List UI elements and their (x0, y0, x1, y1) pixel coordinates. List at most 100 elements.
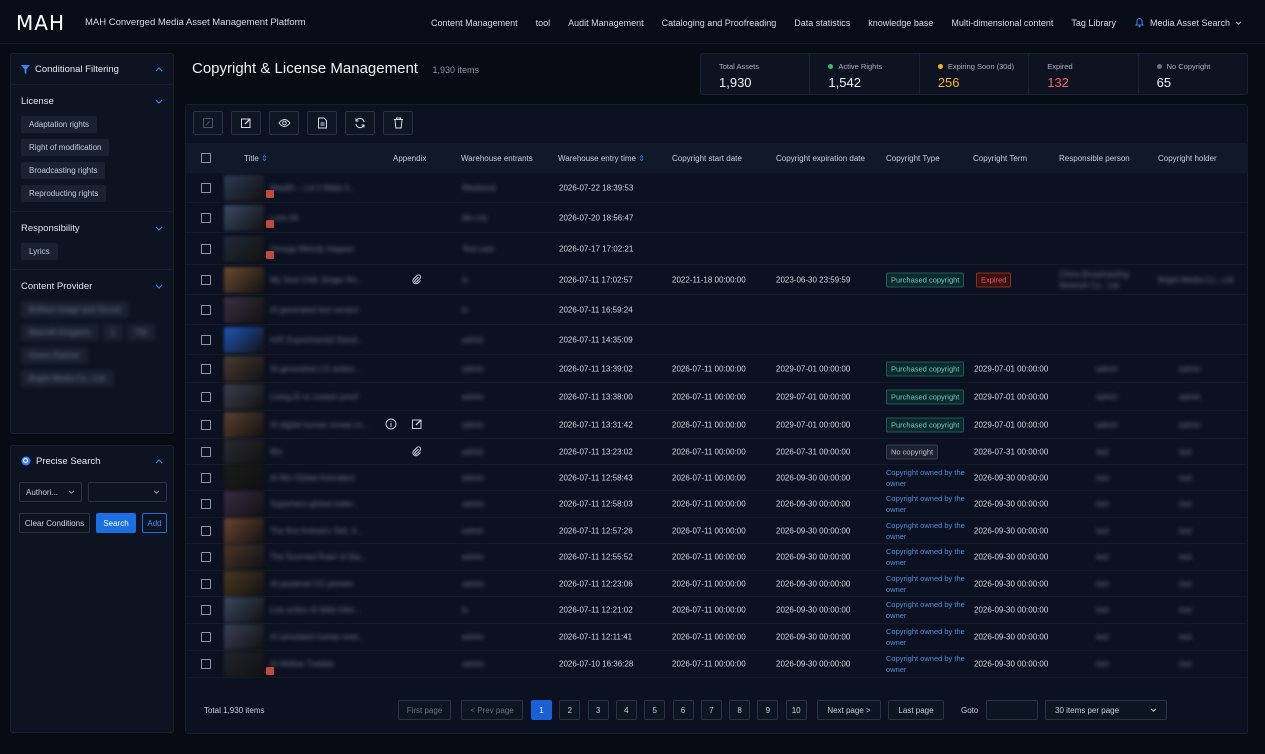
asset-thumbnail[interactable] (224, 570, 264, 597)
asset-title[interactable]: AI simulated human exte... (270, 633, 365, 642)
table-row[interactable]: Mix admin 2026-07-11 13:23:02 2026-07-11 00… (186, 438, 1248, 465)
table-row[interactable]: AI film Global Animation admin 2026-07-11 … (186, 464, 1248, 491)
row-checkbox[interactable] (201, 605, 211, 615)
media-asset-search[interactable]: Media Asset Search (1134, 17, 1247, 28)
asset-thumbnail[interactable] (224, 411, 264, 438)
filter-tag[interactable]: Brilliant Image and Sound (21, 301, 129, 318)
asset-title[interactable]: Wealth – Let it Make it... (270, 183, 356, 192)
row-checkbox[interactable] (201, 363, 211, 374)
select-all-checkbox[interactable] (201, 153, 211, 163)
row-checkbox[interactable] (201, 243, 211, 254)
refresh-button[interactable] (345, 111, 375, 135)
asset-title[interactable]: The Scorned Ruler of Sta... (270, 553, 367, 562)
row-checkbox[interactable] (201, 578, 211, 589)
table-row[interactable]: AI-powered CG pioneer admin 2026-07-11 12:… (186, 570, 1248, 597)
asset-thumbnail[interactable] (224, 326, 264, 353)
filter-tag[interactable]: Warmth Kingdom (21, 324, 99, 341)
nav-item-knowledge-base[interactable]: knowledge base (868, 18, 933, 28)
nav-item-content-management[interactable]: Content Management (431, 18, 518, 28)
nav-item-multi-dimensional-content[interactable]: Multi-dimensional content (951, 18, 1053, 28)
asset-title[interactable]: AI Mellow Tradate (270, 660, 334, 669)
asset-thumbnail[interactable] (224, 597, 264, 623)
filter-tag[interactable]: Bright Media Co., Ltd. (21, 370, 115, 387)
row-checkbox[interactable] (201, 659, 211, 669)
field-select[interactable]: Authori... (19, 482, 82, 502)
row-checkbox[interactable] (201, 499, 211, 509)
table-row[interactable]: AI generated test version ls 2026-07-11 16… (186, 295, 1248, 325)
row-checkbox[interactable] (201, 632, 211, 642)
table-row[interactable]: Omega Melody Happen Test user 2026-07-17 1… (186, 233, 1248, 265)
asset-title[interactable]: Superhero global trailer... (270, 500, 359, 509)
nav-item-tool[interactable]: tool (536, 18, 551, 28)
page-2-button[interactable]: 2 (559, 700, 581, 720)
row-checkbox[interactable] (201, 472, 211, 483)
chevron-down-icon[interactable] (155, 226, 163, 231)
page-10-button[interactable]: 10 (785, 700, 807, 720)
goto-input[interactable] (986, 700, 1038, 720)
table-row[interactable]: AI Mellow Tradate admin 2026-07-10 16:36:2… (186, 651, 1248, 678)
export-button[interactable] (307, 111, 337, 135)
add-button[interactable]: Add (142, 513, 167, 533)
row-checkbox[interactable] (201, 304, 211, 315)
asset-title[interactable]: AI digital human reveal co... (270, 420, 369, 429)
nav-item-tag-library[interactable]: Tag Library (1071, 18, 1116, 28)
batch-edit-button[interactable] (193, 111, 223, 135)
asset-thumbnail[interactable] (224, 296, 264, 323)
next-page-button[interactable]: Next page > (817, 700, 881, 720)
table-row[interactable]: Superhero global trailer... admin 2026-07-… (186, 491, 1248, 518)
nav-item-data-statistics[interactable]: Data statistics (794, 18, 850, 28)
asset-title[interactable]: Live action AI Web Inter... (270, 606, 361, 615)
nav-item-audit-management[interactable]: Audit Management (568, 18, 644, 28)
license-header[interactable]: License (21, 89, 163, 113)
filter-tag[interactable]: Adaptation rights (21, 116, 98, 133)
filter-tag[interactable]: Right of modification (21, 139, 110, 156)
table-row[interactable]: AAT Experimental Stand... admin 2026-07-11… (186, 325, 1248, 355)
row-checkbox[interactable] (201, 182, 211, 193)
attachment-icon[interactable] (411, 273, 422, 286)
asset-thumbnail[interactable] (224, 174, 264, 201)
last-page-button[interactable]: Last page (888, 700, 944, 720)
table-row[interactable]: The Scorned Ruler of Sta... admin 2026-07-… (186, 544, 1248, 571)
col-title[interactable]: Title ⇕ (244, 154, 268, 163)
row-checkbox[interactable] (201, 419, 211, 430)
edit-icon[interactable] (411, 418, 423, 432)
table-row[interactable]: Living AI vs creator proof admin 2026-07-1… (186, 383, 1248, 411)
table-row[interactable]: The first Animal's Tale, A... admin 2026-0… (186, 517, 1248, 544)
row-checkbox[interactable] (201, 334, 211, 345)
asset-title[interactable]: AI-powered CG pioneer (270, 579, 354, 588)
asset-title[interactable]: AI-generated CG action... (270, 364, 361, 373)
value-select[interactable] (88, 482, 167, 502)
content-provider-header[interactable]: Content Provider (21, 274, 163, 298)
asset-title[interactable]: Love All (270, 213, 298, 222)
asset-thumbnail[interactable] (224, 517, 264, 544)
filter-tag[interactable]: Broadcasting rights (21, 162, 106, 179)
chevron-up-icon[interactable] (155, 458, 163, 464)
page-1-button[interactable]: 1 (531, 700, 552, 720)
asset-title[interactable]: My Soul Chill, Singer Re... (270, 275, 363, 284)
asset-thumbnail[interactable] (224, 544, 264, 570)
search-button[interactable]: Search (96, 513, 136, 533)
table-row[interactable]: Live action AI Web Inter... ls 2026-07-11 … (186, 597, 1248, 624)
asset-thumbnail[interactable] (224, 438, 264, 465)
asset-thumbnail[interactable] (224, 355, 264, 382)
asset-title[interactable]: The first Animal's Tale, A... (270, 526, 363, 535)
filter-tag[interactable]: Green Partner (21, 347, 88, 364)
asset-title[interactable]: Omega Melody Happen (270, 244, 355, 253)
filter-tag[interactable]: Lyrics (21, 243, 58, 260)
asset-thumbnail[interactable] (224, 651, 264, 677)
preview-button[interactable] (269, 111, 299, 135)
asset-title[interactable]: AAT Experimental Stand... (270, 335, 364, 344)
page-3-button[interactable]: 3 (587, 700, 609, 720)
table-row[interactable]: AI simulated human exte... admin 2026-07-1… (186, 624, 1248, 651)
row-checkbox[interactable] (201, 274, 211, 285)
page-6-button[interactable]: 6 (672, 700, 694, 720)
asset-thumbnail[interactable] (224, 491, 264, 517)
info-icon[interactable] (385, 418, 397, 432)
filter-header[interactable]: Conditional Filtering (11, 54, 173, 84)
asset-title[interactable]: AI film Global Animation (270, 473, 355, 482)
asset-thumbnail[interactable] (224, 266, 264, 293)
row-checkbox[interactable] (201, 212, 211, 223)
edit-button[interactable] (231, 111, 261, 135)
row-checkbox[interactable] (201, 391, 211, 402)
first-page-button[interactable]: First page (398, 700, 451, 720)
